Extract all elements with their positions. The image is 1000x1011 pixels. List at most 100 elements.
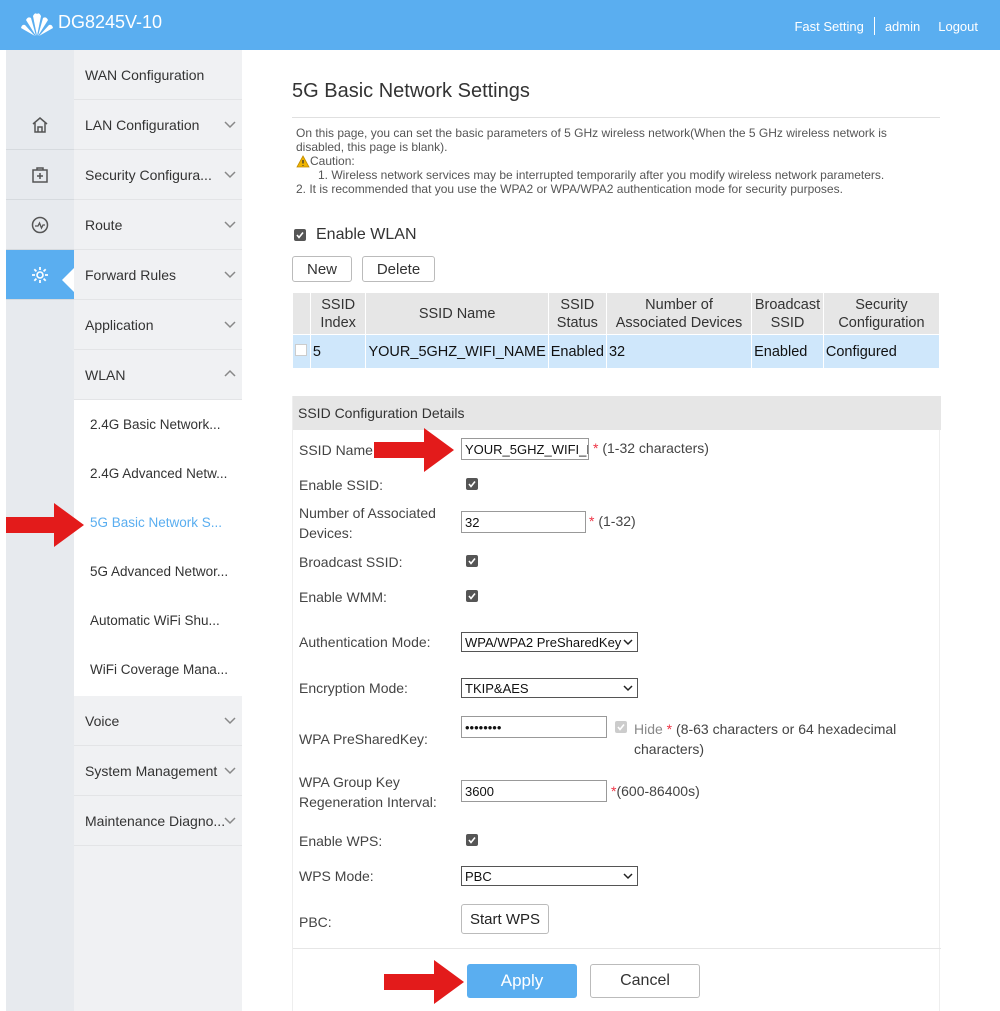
cancel-button[interactable]: Cancel [590,964,700,998]
ssid-table: SSID Index SSID Name SSID Status Number … [292,292,941,369]
menu-item-label: WAN Configuration [85,66,205,83]
rail-home[interactable] [6,100,74,150]
huawei-logo-icon [21,13,53,37]
menu-item-label: WLAN [85,366,126,383]
menu-item-label: Forward Rules [85,266,177,283]
row-select[interactable] [292,334,311,369]
nav-divider [873,17,875,35]
top-nav: Fast Setting admin Logout [794,17,978,35]
chevron-up-icon [224,369,236,377]
assoc-devices-label: Number of Associated Devices: [299,505,436,541]
side-menu: WAN Configuration LAN Configuration Secu… [74,50,242,1011]
new-button[interactable]: New [292,256,352,282]
pbc-label: PBC: [299,914,332,930]
red-arrow-icon [374,428,454,472]
enable-wmm-checkbox[interactable] [466,590,478,602]
encryption-mode-select[interactable]: TKIP&AES [461,678,638,698]
menu-item-system[interactable]: System Management [74,746,242,796]
auth-mode-select[interactable]: WPA/WPA2 PreSharedKey [461,632,638,652]
chevron-down-icon [224,221,236,229]
menu-item-label: Route [85,216,123,233]
active-notch [62,268,74,292]
red-arrow-icon [6,503,84,547]
psk-label: WPA PreSharedKey: [299,731,428,747]
menu-item-label: Maintenance Diagno... [85,812,226,829]
menu-item-lan[interactable]: LAN Configuration [74,100,242,150]
rail-security[interactable] [6,150,74,200]
cell-ssid-index: 5 [309,334,367,369]
caution-note-2: 2. It is recommended that you use the WP… [296,182,843,196]
fast-setting-link[interactable]: Fast Setting [794,19,863,34]
menu-item-wan[interactable]: WAN Configuration [74,50,242,100]
chevron-down-icon [623,873,633,880]
header-ssid-index: SSID Index [309,292,367,335]
wps-mode-value: PBC [465,868,492,884]
menu-item-label: LAN Configuration [85,116,200,133]
table-header-row: SSID Index SSID Name SSID Status Number … [292,292,941,335]
menu-item-security[interactable]: Security Configura... [74,150,242,200]
psk-input[interactable]: •••••••• [461,716,607,738]
chevron-down-icon [224,321,236,329]
cell-associated-devices: 32 [605,334,753,369]
wlan-submenu: 2.4G Basic Network... 2.4G Advanced Netw… [74,400,242,696]
assoc-devices-input[interactable]: 32 [461,511,586,533]
sub-item-wifi-shutdown[interactable]: Automatic WiFi Shu... [74,596,242,645]
header-associated-devices: Number of Associated Devices [605,292,753,335]
home-icon [32,116,48,133]
hide-psk-checkbox[interactable] [615,721,627,733]
enable-wps-label: Enable WPS: [299,833,383,849]
ssid-name-hint: * (1-32 characters) [593,440,709,456]
sub-item-5g-advanced[interactable]: 5G Advanced Networ... [74,547,242,596]
gear-icon [32,266,48,283]
wps-mode-select[interactable]: PBC [461,866,638,886]
caution-label: Caution: [310,154,355,168]
ssid-name-label: SSID Name: [299,442,377,458]
sub-item-5g-basic[interactable]: 5G Basic Network S... [74,498,242,547]
menu-item-wlan[interactable]: WLAN [74,350,242,400]
select-column [292,292,311,335]
auth-mode-value: WPA/WPA2 PreSharedKey [465,634,622,650]
header-security-config: Security Configuration [822,292,941,335]
security-plus-icon [32,166,48,183]
sub-item-wifi-coverage[interactable]: WiFi Coverage Mana... [74,645,242,694]
menu-item-application[interactable]: Application [74,300,242,350]
menu-item-label: Voice [85,712,120,729]
ssid-name-input[interactable]: YOUR_5GHZ_WIFI_NAME [461,438,589,460]
sub-item-24g-basic[interactable]: 2.4G Basic Network... [74,400,242,449]
enable-ssid-label: Enable SSID: [299,477,384,493]
menu-item-forward-rules[interactable]: Forward Rules [74,250,242,300]
chevron-down-icon [224,767,236,775]
rail-status[interactable] [6,200,74,250]
chevron-down-icon [224,717,236,725]
enable-wlan-checkbox[interactable] [294,229,306,241]
menu-item-route[interactable]: Route [74,200,242,250]
group-key-input[interactable]: 3600 [461,780,607,802]
header-broadcast-ssid: Broadcast SSID [751,292,824,335]
logout-link[interactable]: Logout [938,19,978,34]
wps-mode-label: WPS Mode: [299,868,374,884]
broadcast-ssid-label: Broadcast SSID: [299,554,403,570]
chevron-down-icon [623,685,633,692]
enable-ssid-checkbox[interactable] [466,478,478,490]
menu-item-maintenance[interactable]: Maintenance Diagno... [74,796,242,846]
sub-item-24g-advanced[interactable]: 2.4G Advanced Netw... [74,449,242,498]
footer-divider [293,948,941,949]
ssid-config-panel: SSID Configuration Details SSID Name: YO… [292,396,941,1011]
start-wps-button[interactable]: Start WPS [461,904,549,934]
delete-button[interactable]: Delete [362,256,435,282]
admin-user-link[interactable]: admin [885,19,920,34]
table-row[interactable]: 5 YOUR_5GHZ_WIFI_NAME Enabled 32 Enabled… [292,334,941,369]
menu-item-label: Application [85,316,154,333]
menu-item-label: Security Configura... [85,166,212,183]
gauge-icon [31,216,49,233]
broadcast-ssid-checkbox[interactable] [466,555,478,567]
encryption-mode-label: Encryption Mode: [299,680,408,696]
row-checkbox[interactable] [295,343,307,356]
menu-item-voice[interactable]: Voice [74,696,242,746]
page-description: On this page, you can set the basic para… [296,126,936,196]
apply-button[interactable]: Apply [467,964,577,998]
chevron-down-icon [623,639,633,646]
enable-wps-checkbox[interactable] [466,834,478,846]
cell-broadcast-ssid: Enabled [751,334,824,369]
warning-icon [296,154,310,167]
